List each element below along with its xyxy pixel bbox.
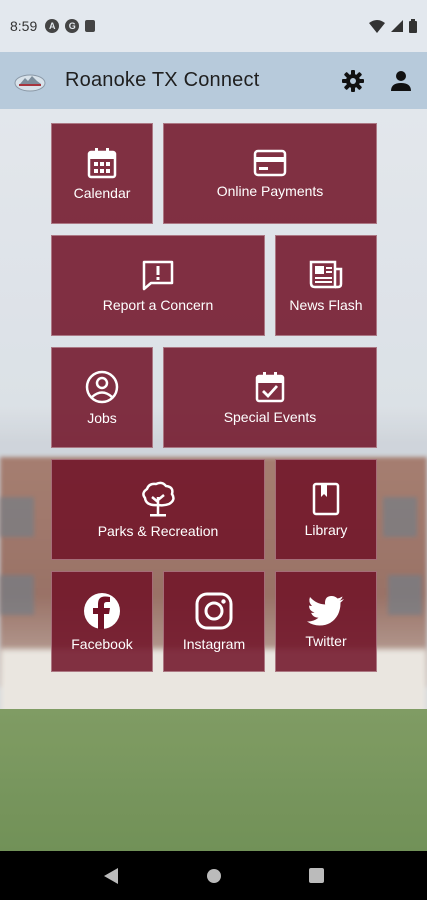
home-icon[interactable] — [206, 868, 222, 884]
tile-label: Calendar — [73, 184, 131, 201]
tile-twitter[interactable]: Twitter — [275, 571, 377, 672]
instagram-icon — [195, 592, 233, 629]
signal-icon — [391, 20, 403, 32]
tree-icon — [142, 481, 175, 516]
sim-card-icon — [85, 20, 96, 32]
tile-instagram[interactable]: Instagram — [163, 571, 265, 672]
tile-label: News Flash — [289, 296, 363, 313]
status-bar: 8:59 A G — [0, 0, 427, 52]
app-actions — [341, 69, 413, 93]
battery-icon — [409, 19, 417, 33]
newspaper-icon — [309, 260, 343, 288]
report-icon — [142, 260, 174, 290]
notification-icons: A G — [45, 19, 96, 33]
tile-label: Facebook — [71, 635, 133, 652]
tile-library[interactable]: Library — [275, 459, 377, 560]
calendar-icon — [87, 147, 117, 178]
app-bar: Roanoke TX Connect — [0, 52, 427, 109]
person-circle-icon — [85, 370, 119, 403]
a-circle-icon: A — [45, 19, 60, 33]
tile-facebook[interactable]: Facebook — [51, 571, 153, 672]
tile-label: Instagram — [182, 635, 246, 652]
roanoke-logo — [14, 74, 46, 91]
system-icons — [369, 19, 417, 33]
status-time: 8:59 — [10, 18, 38, 34]
tile-label: Library — [304, 521, 348, 538]
tile-label: Twitter — [305, 632, 347, 649]
tile-label: Online Payments — [216, 182, 324, 199]
tile-report-a-concern[interactable]: Report a Concern — [51, 235, 265, 336]
tile-special-events[interactable]: Special Events — [163, 347, 377, 448]
calendar-check-icon — [255, 371, 285, 402]
credit-card-icon — [253, 149, 287, 176]
account-icon[interactable] — [389, 69, 413, 93]
tile-news-flash[interactable]: News Flash — [275, 235, 377, 336]
facebook-icon — [84, 592, 120, 629]
tile-label: Jobs — [87, 409, 117, 426]
tile-parks-recreation[interactable]: Parks & Recreation — [51, 459, 265, 560]
tile-label: Report a Concern — [102, 296, 214, 313]
home-grid: Calendar Online Payments Report a Concer… — [0, 109, 427, 851]
tile-calendar[interactable]: Calendar — [51, 123, 153, 224]
gear-icon[interactable] — [341, 69, 365, 93]
book-icon — [312, 482, 340, 515]
tile-jobs[interactable]: Jobs — [51, 347, 153, 448]
tile-label: Special Events — [223, 408, 317, 425]
app-title: Roanoke TX Connect — [65, 69, 260, 91]
recents-icon[interactable] — [308, 868, 324, 883]
back-icon[interactable] — [103, 867, 119, 885]
g-circle-icon: G — [65, 19, 80, 33]
tile-online-payments[interactable]: Online Payments — [163, 123, 377, 224]
tile-label: Parks & Recreation — [97, 522, 219, 539]
wifi-icon — [369, 19, 385, 33]
twitter-icon — [307, 595, 344, 625]
navigation-bar — [0, 851, 427, 900]
